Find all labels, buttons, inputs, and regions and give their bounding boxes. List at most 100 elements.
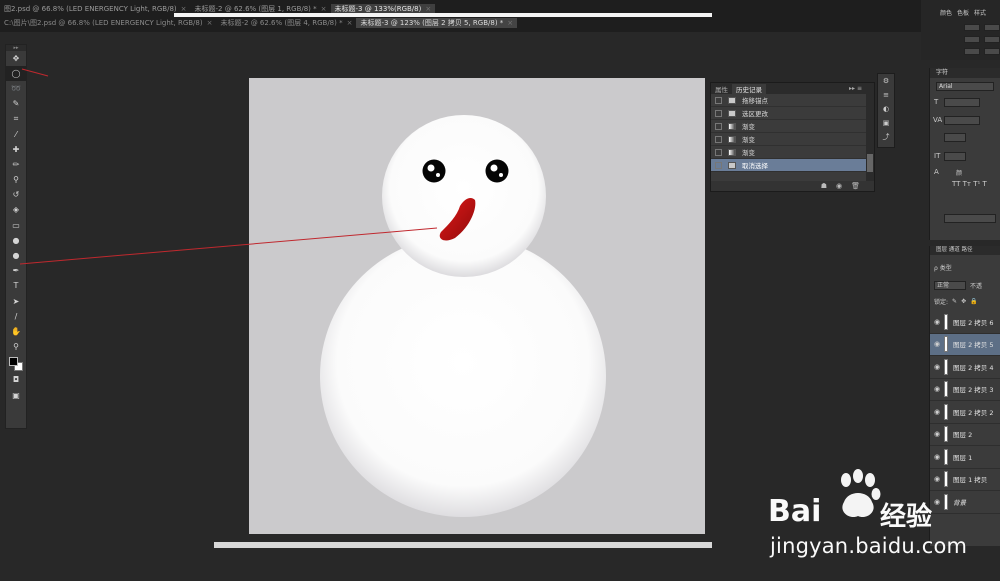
layer-row[interactable]: ◉ 图层 2 (930, 424, 1000, 446)
lock-brush-icon[interactable]: ✎ (952, 298, 957, 305)
close-icon[interactable]: × (181, 5, 187, 13)
adjustments-icon[interactable]: ⚙ (878, 74, 894, 88)
lasso-tool-icon[interactable]: ➿ (6, 81, 26, 96)
path-selection-tool-icon[interactable]: ➤ (6, 294, 26, 309)
font-size-field[interactable] (944, 98, 980, 107)
visibility-eye-icon[interactable]: ◉ (930, 408, 944, 416)
type-style-buttons[interactable]: TT Tт T¹ T (952, 180, 987, 188)
tab-doc-1-secondary[interactable]: C:\图片\图2.psd @ 66.8% (LED ENERGENCY Ligh… (0, 18, 216, 28)
visibility-eye-icon[interactable]: ◉ (930, 385, 944, 393)
panel-menu-icon[interactable]: ▸▸ ≡ (849, 85, 874, 92)
layer-row[interactable]: ◉ 图层 2 拷贝 2 (930, 401, 1000, 424)
swatch-grid (948, 22, 1000, 58)
healing-brush-tool-icon[interactable]: ✚ (6, 142, 26, 157)
tracking-field[interactable] (944, 133, 966, 142)
history-brush-source-checkbox[interactable] (715, 109, 722, 117)
visibility-eye-icon[interactable]: ◉ (930, 340, 944, 348)
close-icon[interactable]: × (425, 5, 431, 13)
document-tab-bar: 图2.psd @ 66.8% (LED ENERGENCY Light, RGB… (0, 0, 925, 32)
quick-mask-icon[interactable]: ◘ (6, 373, 26, 388)
clone-stamp-tool-icon[interactable]: ⚲ (6, 173, 26, 188)
lock-move-icon[interactable]: ✥ (961, 298, 966, 305)
opacity-label: 不透 (970, 282, 983, 290)
vertical-scale-field[interactable] (944, 152, 966, 161)
layer-row[interactable]: ◉ 图层 1 (930, 446, 1000, 469)
trash-icon[interactable]: 🗑 (851, 182, 860, 190)
language-select[interactable] (944, 214, 996, 223)
eyedropper-tool-icon[interactable]: ⁄ (6, 127, 26, 142)
navigator-icon[interactable]: ◐ (878, 102, 894, 116)
line-tool-icon[interactable]: / (6, 309, 26, 324)
visibility-eye-icon[interactable]: ◉ (930, 453, 944, 461)
history-scrollbar[interactable] (866, 94, 874, 184)
close-icon[interactable]: × (207, 19, 213, 27)
filter-kind-label[interactable]: ρ 类型 (934, 263, 952, 272)
brush-tool-icon[interactable]: ✏ (6, 157, 26, 172)
scroll-thumb[interactable] (867, 154, 873, 172)
close-icon[interactable]: × (507, 19, 513, 27)
history-brush-source-checkbox[interactable] (715, 135, 722, 143)
swatch[interactable] (984, 36, 1000, 43)
foreground-color-swatch[interactable] (9, 356, 18, 366)
layer-row[interactable]: ◉ 图层 2 拷贝 6 (930, 311, 1000, 334)
history-state-row[interactable]: 渐变 (711, 146, 874, 159)
tab-history[interactable]: 历史记录 (732, 83, 766, 94)
tab-doc-1[interactable]: 图2.psd @ 66.8% (LED ENERGENCY Light, RGB… (0, 4, 191, 14)
visibility-eye-icon[interactable]: ◉ (930, 363, 944, 371)
info-icon[interactable]: ▣ (878, 116, 894, 130)
blend-mode-select[interactable]: 正常 (934, 280, 966, 290)
pen-tool-icon[interactable]: ✒ (6, 264, 26, 279)
move-tool-icon[interactable]: ✥ (6, 51, 26, 66)
visibility-eye-icon[interactable]: ◉ (930, 430, 944, 438)
history-brush-source-checkbox[interactable] (715, 161, 722, 169)
tab-swatches[interactable]: 色板 (957, 8, 969, 17)
swatch[interactable] (964, 48, 980, 55)
blur-tool-icon[interactable]: ● (6, 233, 26, 248)
actions-icon[interactable]: ⤴ (878, 130, 894, 144)
quick-selection-tool-icon[interactable]: ✎ (6, 97, 26, 112)
zoom-tool-icon[interactable]: ⚲ (6, 340, 26, 355)
dodge-tool-icon[interactable]: ● (6, 248, 26, 263)
visibility-eye-icon[interactable]: ◉ (930, 318, 944, 326)
type-tool-icon[interactable]: T (6, 279, 26, 294)
paragraph-icon[interactable]: ≡ (878, 88, 894, 102)
crop-tool-icon[interactable]: ⌗ (6, 112, 26, 127)
history-state-row[interactable]: 选区更改 (711, 107, 874, 120)
swatch[interactable] (984, 48, 1000, 55)
swatch[interactable] (964, 24, 980, 31)
new-document-from-state-icon[interactable]: ☗ (821, 182, 827, 190)
close-icon[interactable]: × (347, 19, 353, 27)
elliptical-marquee-tool-icon[interactable]: ◯ (6, 66, 26, 82)
history-brush-source-checkbox[interactable] (715, 122, 722, 130)
create-snapshot-icon[interactable]: ◉ (836, 182, 842, 190)
history-brush-tool-icon[interactable]: ↺ (6, 188, 26, 203)
layer-row[interactable]: ◉ 图层 2 拷贝 3 (930, 379, 1000, 401)
history-state-row[interactable]: 拖移锚点 (711, 94, 874, 107)
swatch[interactable] (964, 36, 980, 43)
tab-styles[interactable]: 样式 (974, 8, 986, 17)
screen-mode-icon[interactable]: ▣ (6, 388, 26, 403)
tab-doc-3-secondary[interactable]: 未标题-3 @ 123% (图层 2 拷贝 5, RGB/8) * × (356, 18, 518, 28)
gradient-tool-icon[interactable]: ▭ (6, 218, 26, 233)
tab-color[interactable]: 颜色 (940, 8, 952, 17)
layers-panel-tabs[interactable]: 图层 通道 路径 (930, 246, 1000, 255)
tab-doc-2-secondary[interactable]: 未标题-2 @ 62.6% (图层 4, RGB/8) * × (216, 18, 356, 28)
history-brush-source-checkbox[interactable] (715, 148, 722, 156)
font-family-select[interactable]: Arial (936, 82, 994, 91)
hand-tool-icon[interactable]: ✋ (6, 324, 26, 339)
swatch[interactable] (984, 24, 1000, 31)
horizontal-scrollbar[interactable] (214, 542, 712, 548)
history-state-row[interactable]: 渐变 (711, 120, 874, 133)
lock-all-icon[interactable]: 🔒 (970, 298, 977, 305)
close-icon[interactable]: × (321, 5, 327, 13)
layer-row[interactable]: ◉ 图层 2 拷贝 4 (930, 356, 1000, 379)
history-brush-source-checkbox[interactable] (715, 96, 722, 104)
history-state-row[interactable]: 渐变 (711, 133, 874, 146)
layer-row[interactable]: ◉ 图层 2 拷贝 5 (930, 333, 1000, 356)
eraser-tool-icon[interactable]: ◈ (6, 203, 26, 218)
tab-properties[interactable]: 属性 (711, 84, 732, 94)
kerning-field[interactable] (944, 116, 980, 125)
character-panel: 字符 Arial T VA IT A 颜 TT Tт T¹ T (929, 68, 1000, 240)
document-canvas[interactable] (249, 78, 705, 534)
history-state-row[interactable]: 取消选择 (711, 159, 874, 172)
